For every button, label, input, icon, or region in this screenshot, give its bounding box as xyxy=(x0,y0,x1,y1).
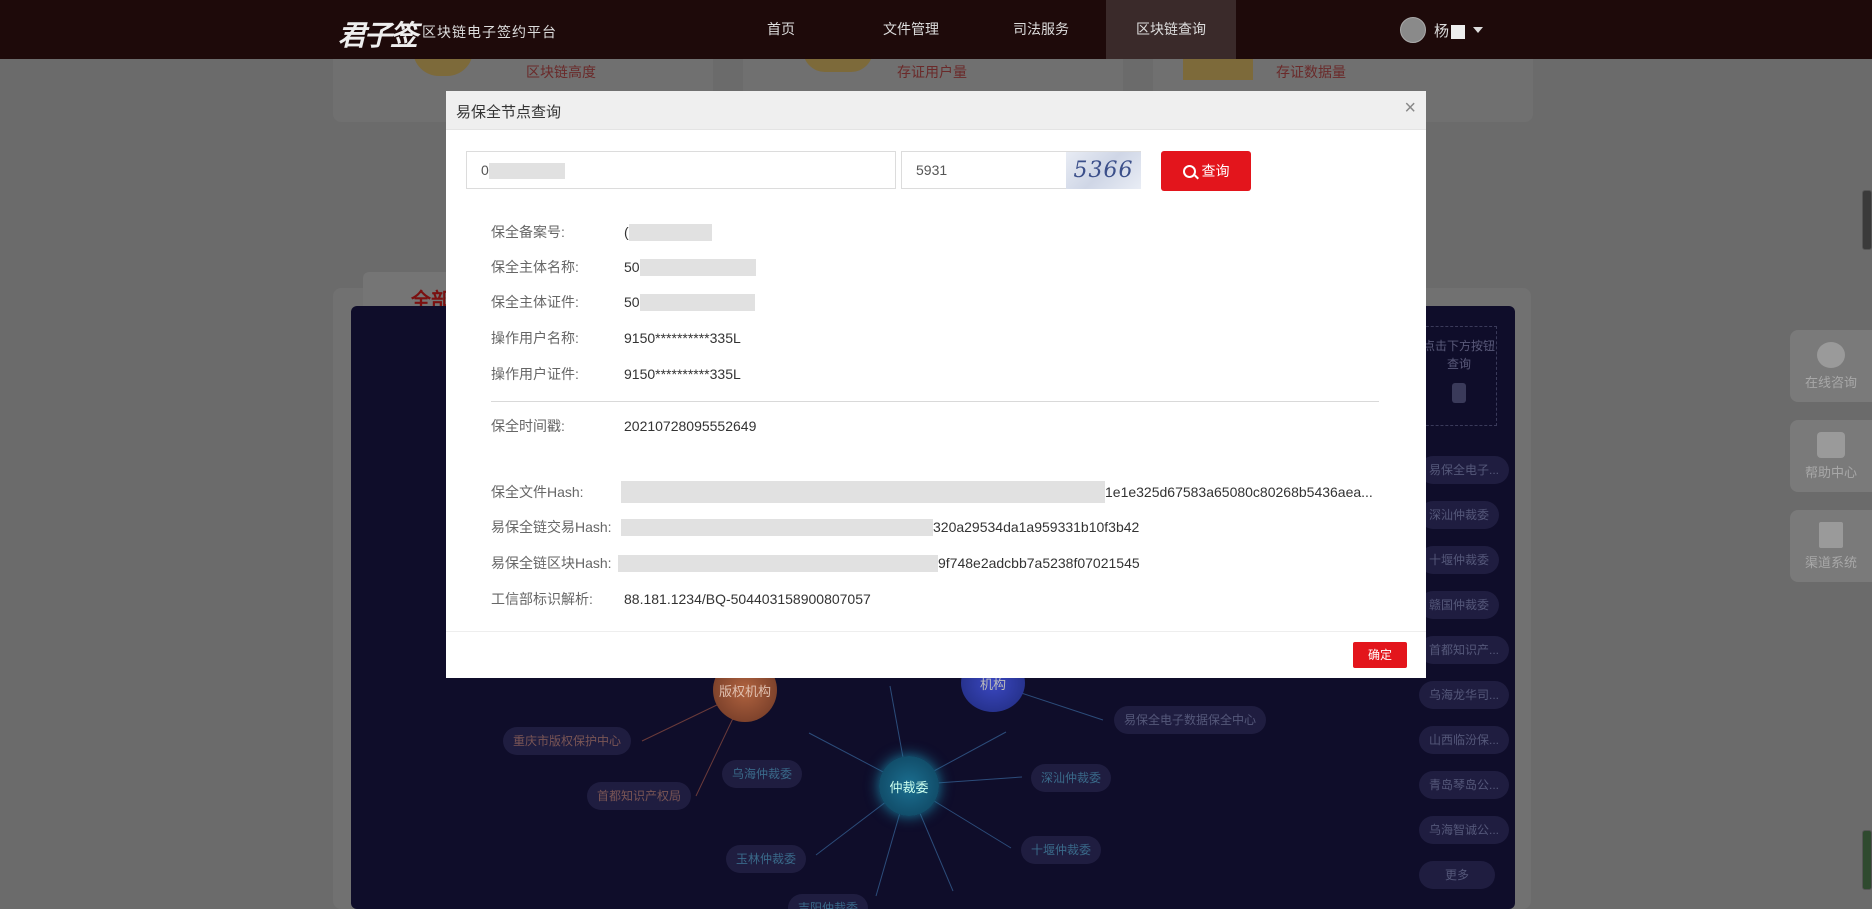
scroll-indicator xyxy=(1862,190,1872,250)
captcha-image[interactable]: 5366 xyxy=(1066,152,1141,189)
redacted-block xyxy=(621,518,933,536)
leaf-label[interactable]: 乌海仲裁委 xyxy=(722,760,803,788)
pointer-hand-icon xyxy=(1452,383,1466,403)
redacted-block xyxy=(618,554,938,572)
help-center-button[interactable]: 帮助中心 xyxy=(1790,420,1872,492)
node-query-dialog: 易保全节点查询 × 0 5931 5366 查询 保全备案号: ( 保全主体名称… xyxy=(446,91,1426,678)
field-label: 保全备案号: xyxy=(491,224,565,240)
field-label: 易保全链区块Hash: xyxy=(491,555,612,571)
nav-item-file-management[interactable]: 文件管理 xyxy=(866,0,956,59)
field-label: 易保全链交易Hash: xyxy=(491,519,612,535)
user-name: 杨 xyxy=(1434,20,1466,41)
user-menu[interactable]: 杨 xyxy=(1400,17,1484,43)
side-item[interactable]: 青岛琴岛公... xyxy=(1419,771,1510,799)
sitemap-icon xyxy=(1819,522,1843,548)
leaf-label[interactable]: 十堰仲裁委 xyxy=(1021,836,1102,864)
hash-row: 保全文件Hash: 1e1e325d67583a65080c80268b5436… xyxy=(491,481,1373,503)
field-label: 工信部标识解析: xyxy=(491,591,593,607)
side-item[interactable]: 赣国仲裁委 xyxy=(1419,591,1500,619)
field-row: 保全备案号: ( xyxy=(491,222,712,242)
nav-item-judicial-service[interactable]: 司法服务 xyxy=(996,0,1086,59)
side-item[interactable]: 易保全电子... xyxy=(1419,456,1510,484)
avatar xyxy=(1400,17,1426,43)
node-arbitration[interactable]: 仲裁委 xyxy=(879,756,939,816)
stat-label: 区块链高度 xyxy=(526,64,596,80)
search-icon xyxy=(1182,164,1196,178)
leaf-label[interactable]: 首都知识产权局 xyxy=(587,782,692,810)
field-value: 9150**********335L xyxy=(624,330,741,346)
stat-label: 存证用户量 xyxy=(897,64,967,80)
dialog-title: 易保全节点查询 xyxy=(456,104,562,121)
divider xyxy=(491,401,1379,402)
field-row: 操作用户证件: 9150**********335L xyxy=(491,364,741,384)
field-row: 保全主体名称: 50 xyxy=(491,257,756,277)
redacted-block xyxy=(639,258,756,276)
brand-subtitle: 区块链电子签约平台 xyxy=(422,25,557,41)
field-label: 保全主体证件: xyxy=(491,294,579,310)
leaf-label[interactable]: 深汕仲裁委 xyxy=(1031,764,1112,792)
field-value: 9f748e2adcbb7a5238f07021545 xyxy=(938,555,1140,571)
field-label: 保全主体名称: xyxy=(491,259,579,275)
field-value: 88.181.1234/BQ-504403158900807057 xyxy=(624,591,871,607)
hash-row: 易保全链区块Hash: 9f748e2adcbb7a5238f07021545 xyxy=(491,553,1140,573)
field-value: 1e1e325d67583a65080c80268b5436aea... xyxy=(1105,484,1373,500)
hash-row: 易保全链交易Hash: 320a29534da1a959331b10f3b42 xyxy=(491,517,1139,537)
field-label: 保全时间戳: xyxy=(491,418,565,434)
side-item[interactable]: 山西临汾保... xyxy=(1419,726,1510,754)
leaf-label[interactable]: 吉阳仲裁委 xyxy=(788,894,869,909)
side-item[interactable]: 十堰仲裁委 xyxy=(1419,546,1500,574)
nav-item-home[interactable]: 首页 xyxy=(740,0,822,59)
graph-hint: 点击下方按钮查询 xyxy=(1421,326,1497,426)
stat-label: 存证数据量 xyxy=(1276,64,1346,80)
field-value: 50 xyxy=(624,259,640,275)
online-consult-button[interactable]: 在线咨询 xyxy=(1790,330,1872,402)
search-button-label: 查询 xyxy=(1201,163,1230,179)
redacted-block xyxy=(621,481,1105,503)
chevron-down-icon[interactable] xyxy=(1473,27,1484,33)
field-value: 50 xyxy=(624,294,640,310)
timestamp-row: 保全时间戳: 20210728095552649 xyxy=(491,416,756,436)
help-icon xyxy=(1817,432,1845,458)
leaf-label[interactable]: 玉林仲裁委 xyxy=(726,845,807,873)
top-nav-bar: 君子签 区块链电子签约平台 首页 文件管理 司法服务 区块链查询 杨 xyxy=(0,0,1872,59)
brand-logo[interactable]: 君子签 xyxy=(338,14,418,54)
side-item[interactable]: 深汕仲裁委 xyxy=(1419,501,1500,529)
miit-row: 工信部标识解析: 88.181.1234/BQ-5044031589008070… xyxy=(491,589,871,609)
field-label: 操作用户名称: xyxy=(491,330,579,346)
field-value: 9150**********335L xyxy=(624,366,741,382)
more-button[interactable]: 更多 xyxy=(1419,861,1495,889)
field-row: 操作用户名称: 9150**********335L xyxy=(491,328,741,348)
redacted-block xyxy=(639,293,755,311)
redacted-block xyxy=(628,223,712,241)
close-icon[interactable]: × xyxy=(1404,98,1416,118)
search-button[interactable]: 查询 xyxy=(1161,151,1251,191)
field-value: 320a29534da1a959331b10f3b42 xyxy=(933,519,1140,535)
field-value: 20210728095552649 xyxy=(624,418,757,434)
side-item[interactable]: 首都知识产... xyxy=(1419,636,1510,664)
chat-icon xyxy=(1817,342,1845,368)
redacted-block xyxy=(488,163,565,180)
field-label: 操作用户证件: xyxy=(491,366,579,382)
scroll-indicator xyxy=(1862,830,1872,890)
field-row: 保全主体证件: 50 xyxy=(491,292,755,312)
channel-system-button[interactable]: 渠道系统 xyxy=(1790,510,1872,582)
nav-item-blockchain-query[interactable]: 区块链查询 xyxy=(1106,0,1236,59)
dialog-footer: 确定 xyxy=(446,631,1426,679)
confirm-button[interactable]: 确定 xyxy=(1353,642,1407,668)
leaf-label[interactable]: 重庆市版权保护中心 xyxy=(503,727,632,755)
side-item[interactable]: 乌海龙华司... xyxy=(1419,681,1510,709)
field-label: 保全文件Hash: xyxy=(491,484,584,500)
leaf-label[interactable]: 易保全电子数据保全中心 xyxy=(1114,706,1267,734)
dialog-header: 易保全节点查询 × xyxy=(446,91,1426,130)
record-number-input[interactable]: 0 xyxy=(466,151,896,189)
side-item[interactable]: 乌海智诚公... xyxy=(1419,816,1510,844)
